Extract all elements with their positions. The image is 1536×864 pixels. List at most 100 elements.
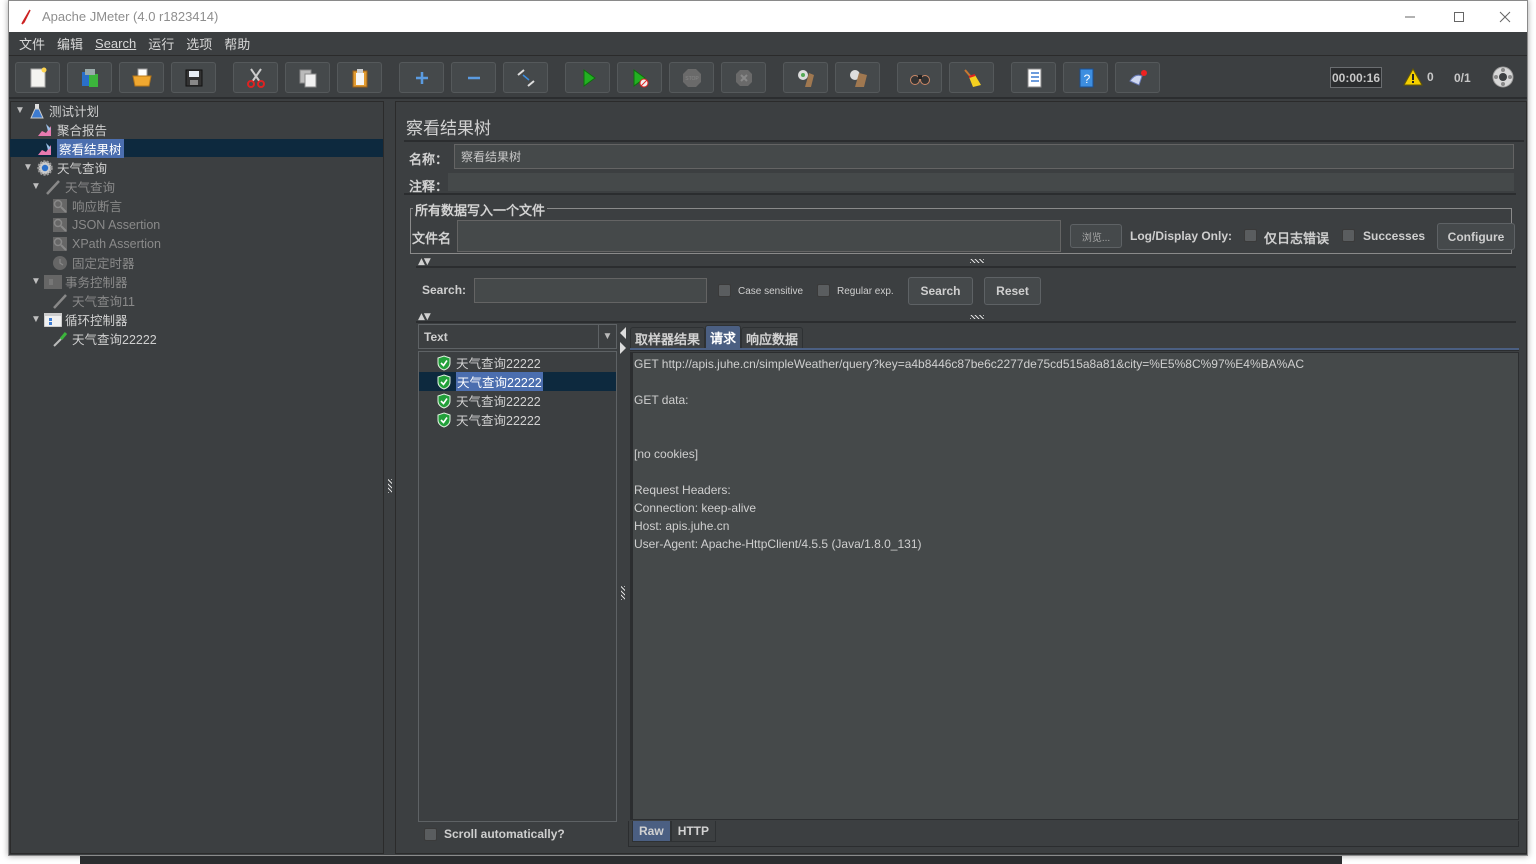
collapse-all-button[interactable] <box>451 62 496 93</box>
results-split-divider[interactable] <box>618 324 628 824</box>
error-count[interactable]: 0 <box>1403 68 1434 86</box>
browse-button[interactable]: 浏览... <box>1070 224 1122 248</box>
tree-item-view-results-tree[interactable]: 察看结果树 <box>36 139 124 158</box>
tree-label: 响应断言 <box>72 200 123 214</box>
maximize-button[interactable] <box>1436 1 1482 32</box>
regex-checkbox[interactable] <box>817 284 830 297</box>
request-line: Host: apis.juhe.cn <box>634 519 730 533</box>
result-label: 天气查询22222 <box>456 372 543 391</box>
clear-button[interactable] <box>783 62 828 93</box>
start-button[interactable] <box>565 62 610 93</box>
scissors-icon <box>246 67 265 88</box>
chevron-down-icon[interactable]: ▼ <box>31 181 41 192</box>
chevron-down-icon[interactable]: ▼ <box>31 276 41 287</box>
chevron-down-icon[interactable]: ▼ <box>15 105 25 116</box>
request-content[interactable]: GET http://apis.juhe.cn/simpleWeather/qu… <box>630 352 1519 820</box>
search-input[interactable] <box>474 278 707 303</box>
tree-label: JSON Assertion <box>72 217 161 232</box>
minimize-button[interactable] <box>1387 1 1433 32</box>
stop-button[interactable]: STOP <box>669 62 714 93</box>
split-grip-icon <box>388 479 392 493</box>
chevron-down-icon[interactable]: ▼ <box>31 314 41 325</box>
clear-all-button[interactable] <box>835 62 880 93</box>
tree-item-transaction-controller[interactable]: ▼ 事务控制器 <box>31 272 128 291</box>
paste-button[interactable] <box>337 62 382 93</box>
clear-all-icon <box>849 69 867 87</box>
save-button[interactable] <box>171 62 216 93</box>
menu-run[interactable]: 运行 <box>142 34 180 53</box>
errors-only-checkbox[interactable] <box>1244 229 1257 242</box>
chevron-down-icon[interactable]: ▼ <box>23 162 33 173</box>
search-button[interactable]: Search <box>908 277 973 305</box>
reset-button[interactable]: Reset <box>984 277 1041 305</box>
tab-http[interactable]: HTTP <box>670 821 717 842</box>
expand-all-button[interactable] <box>399 62 444 93</box>
comment-input[interactable] <box>448 173 1514 191</box>
search-button[interactable] <box>897 62 942 93</box>
close-button[interactable] <box>1482 1 1528 32</box>
renderer-select[interactable]: Text ▼ <box>418 324 617 349</box>
split-grip-icon[interactable] <box>970 315 984 319</box>
tree-item-loop-controller[interactable]: ▼ 循环控制器 <box>31 310 128 329</box>
cut-button[interactable] <box>233 62 278 93</box>
warning-count: 0 <box>1427 70 1434 84</box>
toggle-button[interactable] <box>503 62 548 93</box>
tree-item-sampler-11[interactable]: 天气查询11 <box>51 291 135 310</box>
split-grip-icon[interactable] <box>970 259 984 263</box>
title-bar: Apache JMeter (4.0 r1823414) <box>9 1 1527 32</box>
result-item[interactable]: 天气查询22222 <box>419 391 616 410</box>
tree-item-xpath-assertion[interactable]: XPath Assertion <box>51 234 161 253</box>
function-helper-button[interactable] <box>1011 62 1056 93</box>
new-file-icon <box>30 67 46 87</box>
menu-options[interactable]: 选项 <box>180 34 218 53</box>
tree-item-thread-group[interactable]: ▼ 天气查询 <box>23 158 107 177</box>
open-button[interactable] <box>119 62 164 93</box>
result-item[interactable]: 天气查询22222 <box>419 372 616 391</box>
filename-input[interactable] <box>457 220 1061 252</box>
result-label: 天气查询22222 <box>456 395 541 409</box>
shutdown-button[interactable] <box>721 62 766 93</box>
result-item[interactable]: 天气查询22222 <box>419 353 616 372</box>
remote-button[interactable] <box>1115 62 1160 93</box>
tree-item-aggregate-report[interactable]: 聚合报告 <box>36 120 107 139</box>
tree-item-json-assertion[interactable]: JSON Assertion <box>51 215 160 234</box>
name-input[interactable]: 察看结果树 <box>454 144 1514 169</box>
reset-search-button[interactable] <box>949 62 994 93</box>
case-sensitive-checkbox[interactable] <box>718 284 731 297</box>
tab-sampler-result[interactable]: 取样器结果 <box>630 327 706 348</box>
configure-button[interactable]: Configure <box>1437 223 1515 250</box>
success-shield-icon <box>437 392 451 409</box>
menu-search[interactable]: Search <box>89 36 142 51</box>
tree-item-constant-timer[interactable]: 固定定时器 <box>51 253 135 272</box>
help-button[interactable]: ? <box>1063 62 1108 93</box>
start-no-pauses-button[interactable] <box>617 62 662 93</box>
tab-raw[interactable]: Raw <box>632 821 671 842</box>
play-icon <box>583 68 596 87</box>
tree-label: 天气查询 <box>57 162 108 176</box>
new-button[interactable] <box>15 62 60 93</box>
window-title: Apache JMeter (4.0 r1823414) <box>42 9 219 24</box>
tree-item-response-assertion[interactable]: 响应断言 <box>51 196 122 215</box>
chevron-down-icon[interactable]: ▼ <box>598 325 616 348</box>
tree-label: 测试计划 <box>49 105 100 119</box>
tab-request[interactable]: 请求 <box>705 325 742 348</box>
tree-item-test-plan[interactable]: ▼ 测试计划 <box>15 101 99 120</box>
graph-icon <box>36 121 54 139</box>
tree-item-http-sampler[interactable]: ▼ 天气查询 <box>31 177 115 196</box>
menu-help[interactable]: 帮助 <box>218 34 256 53</box>
scroll-automatically-checkbox[interactable] <box>424 828 437 841</box>
main-split-divider[interactable] <box>385 101 395 854</box>
menu-edit[interactable]: 编辑 <box>51 34 89 53</box>
split-arrows-icon[interactable] <box>619 326 627 356</box>
menu-file[interactable]: 文件 <box>13 34 51 53</box>
templates-button[interactable] <box>67 62 112 93</box>
detail-tabs: 取样器结果 请求 响应数据 <box>630 325 804 348</box>
globe-icon[interactable] <box>1492 66 1514 88</box>
tab-response-data[interactable]: 响应数据 <box>741 327 804 348</box>
warning-icon <box>1403 68 1423 86</box>
copy-button[interactable] <box>285 62 330 93</box>
tree-item-sampler-22222[interactable]: 天气查询22222 <box>51 329 157 348</box>
successes-checkbox[interactable] <box>1342 229 1355 242</box>
result-item[interactable]: 天气查询22222 <box>419 410 616 429</box>
magnifier-icon <box>51 197 69 215</box>
